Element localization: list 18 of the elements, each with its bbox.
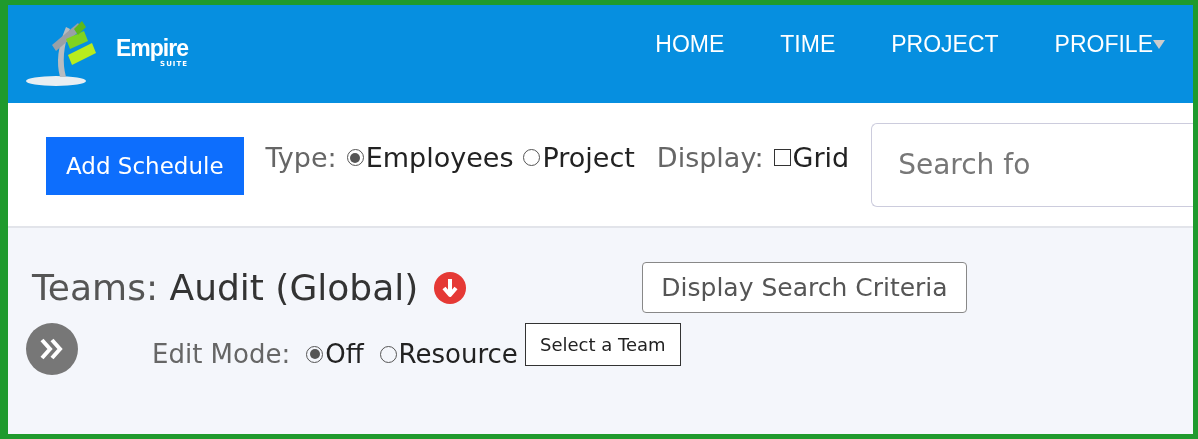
checkbox[interactable] <box>773 149 791 166</box>
arrow-down-icon[interactable] <box>434 271 467 304</box>
brand-name: Empire <box>116 36 188 60</box>
display-search-criteria-button[interactable]: Display Search Criteria <box>642 262 967 313</box>
radio-label[interactable]: Resource <box>398 339 518 369</box>
type-label: Type: <box>265 142 337 173</box>
radio-label[interactable]: Project <box>542 142 635 173</box>
checkbox-label[interactable]: Grid <box>792 142 850 173</box>
teams-heading: Teams: Audit (Global) <box>32 267 419 308</box>
add-schedule-button[interactable]: Add Schedule <box>46 136 244 195</box>
tooltip: Select a Team <box>525 323 681 366</box>
caret-icon <box>1153 40 1165 49</box>
radio-label[interactable]: Off <box>325 339 364 369</box>
radio-label[interactable]: Employees <box>365 142 514 173</box>
edit-mode-label: Edit Mode: <box>152 339 291 369</box>
search-field[interactable]: Search fo <box>871 122 1193 207</box>
display-label: Display: <box>656 142 764 173</box>
double-chevron-icon[interactable] <box>26 323 78 375</box>
